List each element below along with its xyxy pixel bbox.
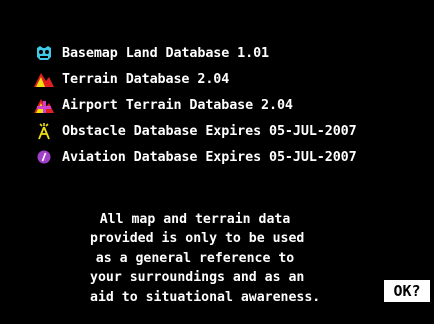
database-label-obstacle: Obstacle Database Expires 05-JUL-2007 [62, 123, 357, 139]
database-row-basemap: Basemap Land Database 1.01 [34, 40, 432, 66]
aviation-compass-icon [34, 148, 54, 166]
database-row-airport-terrain: Airport Terrain Database 2.04 [34, 92, 432, 118]
notice-line: All map and terrain data [99, 212, 291, 227]
ok-button[interactable]: OK? [384, 280, 430, 302]
disclaimer-notice: All map and terrain data provided is onl… [90, 210, 321, 307]
airport-terrain-icon [34, 96, 54, 114]
database-label-airport-terrain: Airport Terrain Database 2.04 [62, 97, 293, 113]
database-label-aviation: Aviation Database Expires 05-JUL-2007 [62, 149, 357, 165]
database-info-screen: Basemap Land Database 1.01 Terrain Datab… [0, 0, 434, 324]
notice-line: aid to situational awareness. [90, 289, 321, 305]
database-label-terrain: Terrain Database 2.04 [62, 71, 230, 87]
database-row-obstacle: Obstacle Database Expires 05-JUL-2007 [34, 118, 432, 144]
notice-line: your surroundings and as an [90, 270, 305, 286]
notice-line: as a general reference to [95, 250, 295, 266]
database-row-aviation: Aviation Database Expires 05-JUL-2007 [34, 144, 432, 170]
database-list: Basemap Land Database 1.01 Terrain Datab… [34, 40, 432, 170]
terrain-mountain-icon [34, 70, 54, 88]
database-row-terrain: Terrain Database 2.04 [34, 66, 432, 92]
database-label-basemap: Basemap Land Database 1.01 [62, 45, 270, 61]
notice-line: provided is only to be used [90, 231, 305, 247]
basemap-mask-icon [34, 44, 54, 62]
obstacle-tower-icon [34, 122, 54, 140]
